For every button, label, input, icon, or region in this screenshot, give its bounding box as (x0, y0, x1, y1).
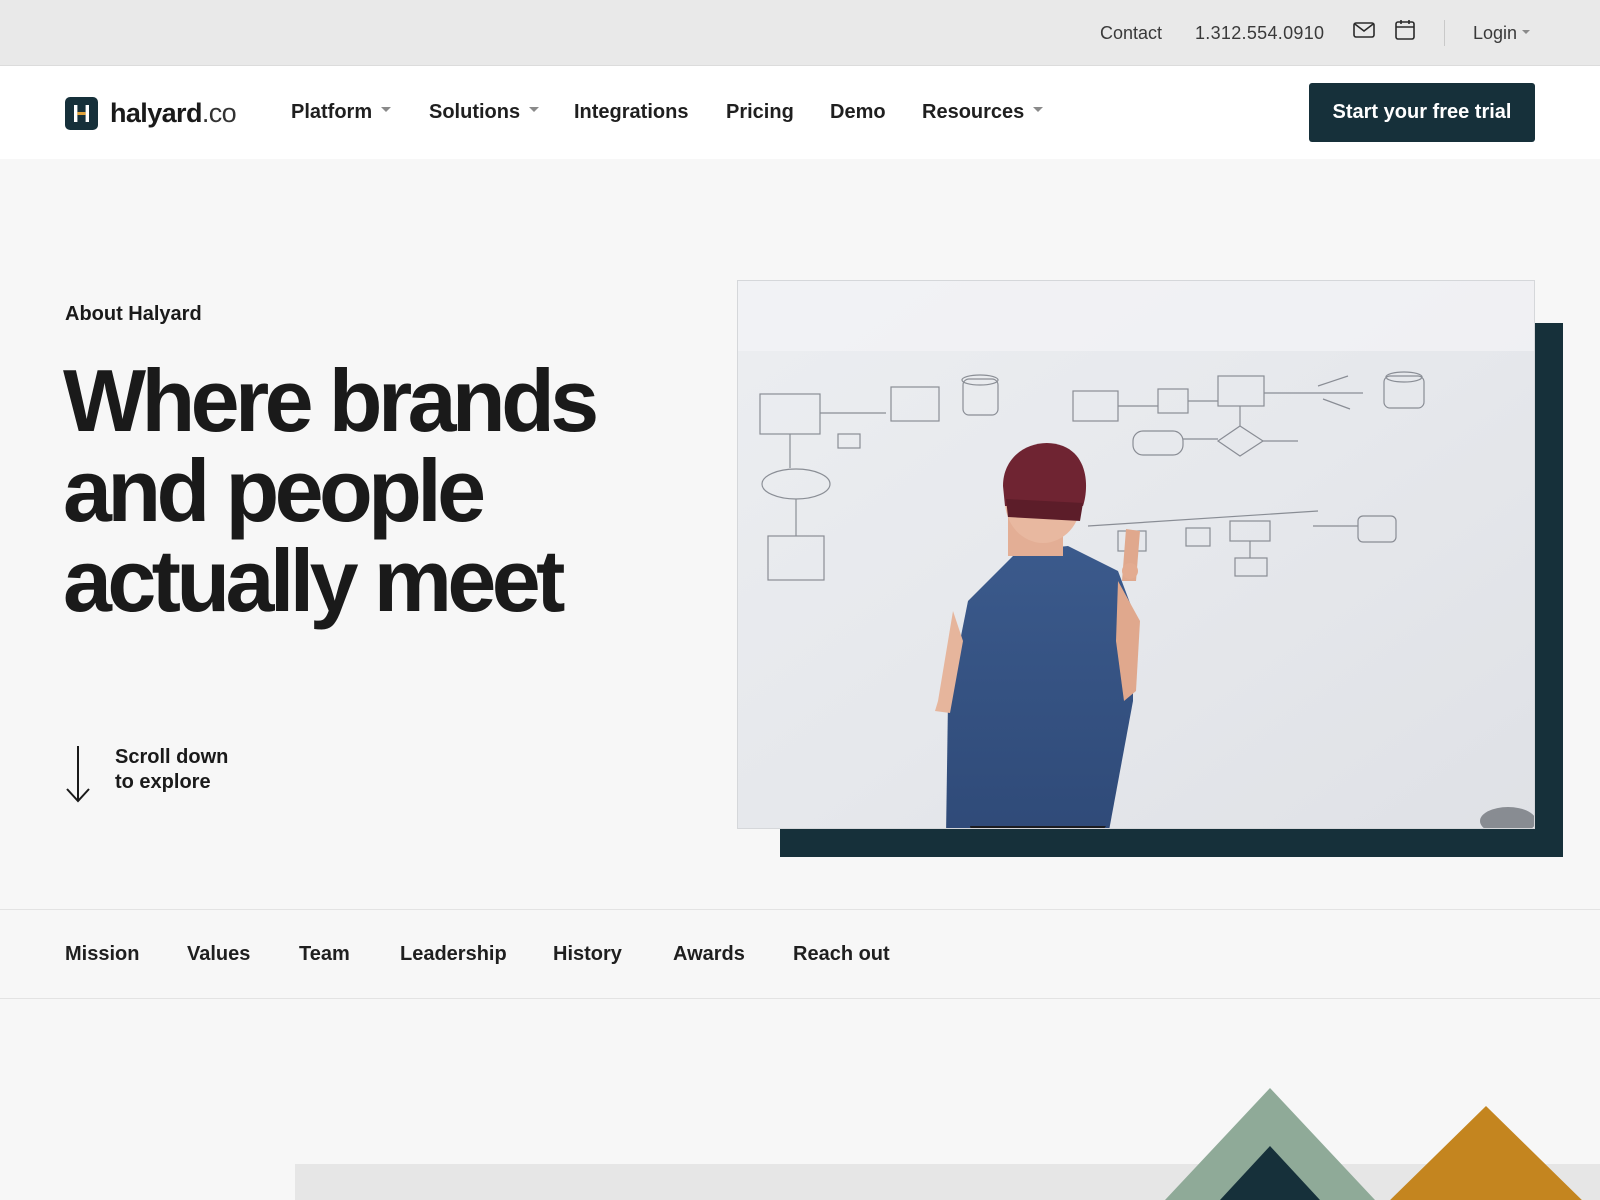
nav-item-label: Resources (922, 101, 1025, 123)
chevron-down-icon (529, 107, 540, 113)
chevron-down-icon (1522, 30, 1531, 35)
logo[interactable]: halyard.co (65, 96, 237, 130)
tab-history[interactable]: History (553, 910, 622, 998)
nav-item-pricing[interactable]: Pricing (726, 66, 794, 159)
section-tabs: Mission Values Team Leadership History A… (0, 909, 1600, 999)
headline-line: actually meet (63, 531, 565, 630)
start-trial-button[interactable]: Start your free trial (1309, 83, 1535, 142)
arrow-down-icon (65, 745, 91, 803)
scroll-hint-text: Scroll down to explore (115, 745, 228, 795)
utility-divider (1444, 20, 1445, 46)
nav-item-label: Platform (291, 101, 373, 123)
calendar-icon[interactable] (1393, 18, 1417, 42)
tab-leadership[interactable]: Leadership (400, 910, 507, 998)
scroll-hint-line: to explore (115, 771, 211, 793)
login-label: Login (1473, 23, 1518, 43)
hero-image (737, 280, 1535, 829)
nav-item-solutions[interactable]: Solutions (429, 66, 540, 159)
nav-item-label: Solutions (429, 101, 521, 123)
nav-item-platform[interactable]: Platform (291, 66, 392, 159)
contact-link[interactable]: Contact (1100, 0, 1162, 66)
tab-awards[interactable]: Awards (673, 910, 745, 998)
chevron-down-icon (381, 107, 392, 113)
login-link[interactable]: Login (1473, 0, 1531, 66)
nav-item-label: Pricing (726, 101, 794, 123)
logo-icon (65, 96, 98, 130)
headline-line: and people (63, 441, 486, 540)
logo-name: halyard (110, 97, 202, 128)
nav-item-integrations[interactable]: Integrations (574, 66, 688, 159)
tab-mission[interactable]: Mission (65, 910, 139, 998)
scroll-hint-line: Scroll down (115, 746, 229, 768)
headline-line: Where brands (63, 351, 599, 450)
logo-wordmark: halyard.co (110, 97, 237, 129)
chevron-down-icon (1033, 107, 1044, 113)
nav-item-label: Demo (830, 101, 886, 123)
nav-item-resources[interactable]: Resources (922, 66, 1044, 159)
hero-eyebrow: About Halyard (65, 303, 202, 325)
tab-team[interactable]: Team (299, 910, 350, 998)
nav-item-demo[interactable]: Demo (830, 66, 886, 159)
hero-headline: Where brands and people actually meet (63, 356, 683, 626)
main-nav: halyard.co Platform Solutions Integratio… (0, 66, 1600, 159)
mail-icon[interactable] (1352, 18, 1376, 42)
logo-tld: .co (201, 97, 237, 128)
tab-values[interactable]: Values (187, 910, 250, 998)
decorative-shapes (1160, 1088, 1600, 1200)
hero-media (737, 280, 1563, 857)
tab-reach-out[interactable]: Reach out (793, 910, 890, 998)
scroll-hint[interactable]: Scroll down to explore (65, 745, 285, 805)
nav-item-label: Integrations (574, 101, 689, 123)
utility-bar: Contact 1.312.554.0910 Login (0, 0, 1600, 66)
phone-link[interactable]: 1.312.554.0910 (1195, 0, 1324, 66)
